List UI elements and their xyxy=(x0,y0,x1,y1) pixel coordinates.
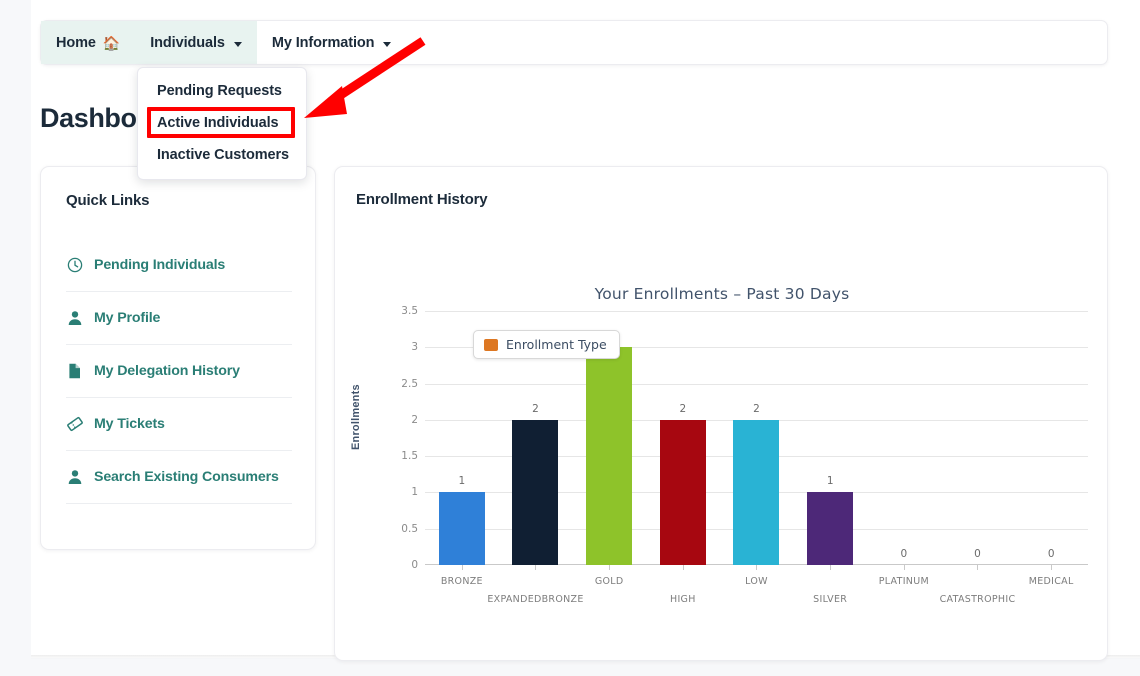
chart-bar-group[interactable]: 2HIGH xyxy=(646,311,720,565)
chart-y-axis-label: Enrollments xyxy=(350,384,362,450)
quick-link-label: My Delegation History xyxy=(94,363,240,379)
chart-bar-value-label: 0 xyxy=(1048,548,1055,560)
quick-links-title: Quick Links xyxy=(66,192,149,209)
quick-link-my-profile[interactable]: My Profile xyxy=(66,292,292,345)
chart-bar-group[interactable]: 0CATASTROPHIC xyxy=(941,311,1015,565)
chart-y-tick-label: 0.5 xyxy=(401,523,418,535)
quick-link-label: My Tickets xyxy=(94,416,165,432)
chart-bar-value-label: 1 xyxy=(458,475,465,487)
chart-x-tick-label: SILVER xyxy=(813,594,847,605)
chart-bar[interactable] xyxy=(512,420,558,565)
chart-x-tick-label: MEDICAL xyxy=(1029,576,1074,587)
chart-y-tick-label: 1 xyxy=(411,486,418,498)
chart-y-tick-label: 3 xyxy=(411,341,418,353)
chart-x-tick-label: PLATINUM xyxy=(879,576,929,587)
nav-item-home[interactable]: Home 🏠 xyxy=(41,21,135,64)
quick-link-label: My Profile xyxy=(94,310,160,326)
individuals-dropdown-menu: Pending Requests Active Individuals Inac… xyxy=(137,67,307,180)
chart-bar[interactable] xyxy=(660,420,706,565)
chart-bar[interactable] xyxy=(807,492,853,565)
chart-bar-value-label: 0 xyxy=(974,548,981,560)
chart-x-tick xyxy=(904,565,905,570)
ticket-icon xyxy=(66,416,83,433)
chart-y-tick-label: 0 xyxy=(411,559,418,571)
main-navbar: Home 🏠 Individuals My Information xyxy=(40,20,1108,65)
clock-icon xyxy=(66,257,83,274)
nav-item-label: Home xyxy=(56,35,96,51)
user-icon xyxy=(66,469,83,486)
user-icon xyxy=(66,310,83,327)
legend-swatch xyxy=(484,339,498,351)
chart-bar-value-label: 2 xyxy=(679,403,686,415)
chevron-down-icon xyxy=(383,42,391,47)
quick-link-my-tickets[interactable]: My Tickets xyxy=(66,398,292,451)
chart-bar-value-label: 1 xyxy=(827,475,834,487)
chart-bar-value-label: 0 xyxy=(900,548,907,560)
chart-bar-group[interactable]: 0MEDICAL xyxy=(1014,311,1088,565)
quick-links-list: Pending Individuals My Profile My Delega… xyxy=(66,239,292,504)
chart-x-tick xyxy=(830,565,831,570)
dropdown-item-pending-requests[interactable]: Pending Requests xyxy=(138,76,306,106)
enrollment-history-card: Enrollment History Your Enrollments – Pa… xyxy=(334,166,1108,661)
chart-bar-group[interactable]: 1SILVER xyxy=(793,311,867,565)
home-icon: 🏠 xyxy=(103,36,120,50)
chart-x-tick-label: BRONZE xyxy=(441,576,483,587)
quick-link-search-existing-consumers[interactable]: Search Existing Consumers xyxy=(66,451,292,504)
nav-item-label: Individuals xyxy=(150,35,225,51)
chart-x-tick-label: EXPANDEDBRONZE xyxy=(487,594,583,605)
quick-link-my-delegation-history[interactable]: My Delegation History xyxy=(66,345,292,398)
chart-bar[interactable] xyxy=(586,347,632,565)
chart-title: Your Enrollments – Past 30 Days xyxy=(356,285,1088,303)
chart-x-tick xyxy=(609,565,610,570)
chart-bar[interactable] xyxy=(733,420,779,565)
chart-bar[interactable] xyxy=(439,492,485,565)
nav-item-individuals[interactable]: Individuals xyxy=(135,21,257,64)
chart-y-tick-label: 2 xyxy=(411,414,418,426)
chart-y-tick-label: 1.5 xyxy=(401,450,418,462)
chart-x-tick xyxy=(1051,565,1052,570)
nav-item-my-information[interactable]: My Information xyxy=(257,21,407,64)
chart-x-tick xyxy=(535,565,536,570)
chart-x-tick xyxy=(756,565,757,570)
chart-x-tick xyxy=(977,565,978,570)
chart-x-tick-label: CATASTROPHIC xyxy=(940,594,1016,605)
chart-bar-value-label: 2 xyxy=(532,403,539,415)
quick-link-label: Search Existing Consumers xyxy=(94,469,279,485)
chart-x-tick xyxy=(683,565,684,570)
chevron-down-icon xyxy=(234,42,242,47)
enrollment-chart: Your Enrollments – Past 30 Days Enrollme… xyxy=(356,275,1088,630)
dashboard-page: Home 🏠 Individuals My Information Dashbo… xyxy=(0,0,1140,676)
chart-legend[interactable]: Enrollment Type xyxy=(473,330,620,359)
chart-x-tick-label: GOLD xyxy=(595,576,624,587)
chart-bar-value-label: 2 xyxy=(753,403,760,415)
dropdown-item-active-individuals[interactable]: Active Individuals xyxy=(138,106,306,140)
quick-link-pending-individuals[interactable]: Pending Individuals xyxy=(66,239,292,292)
chart-bar-group[interactable]: 0PLATINUM xyxy=(867,311,941,565)
chart-y-tick-label: 2.5 xyxy=(401,378,418,390)
legend-label: Enrollment Type xyxy=(506,337,607,352)
chart-x-tick xyxy=(462,565,463,570)
dropdown-item-inactive-customers[interactable]: Inactive Customers xyxy=(138,140,306,170)
chart-x-tick-label: HIGH xyxy=(670,594,696,605)
quick-links-card: Quick Links Pending Individuals My Profi… xyxy=(40,166,316,550)
chart-x-tick-label: LOW xyxy=(745,576,768,587)
chart-bar-group[interactable]: 2LOW xyxy=(720,311,794,565)
chart-y-tick-label: 3.5 xyxy=(401,305,418,317)
nav-item-label: My Information xyxy=(272,35,375,51)
document-icon xyxy=(66,363,83,380)
enrollment-history-title: Enrollment History xyxy=(356,191,488,208)
quick-link-label: Pending Individuals xyxy=(94,257,225,273)
